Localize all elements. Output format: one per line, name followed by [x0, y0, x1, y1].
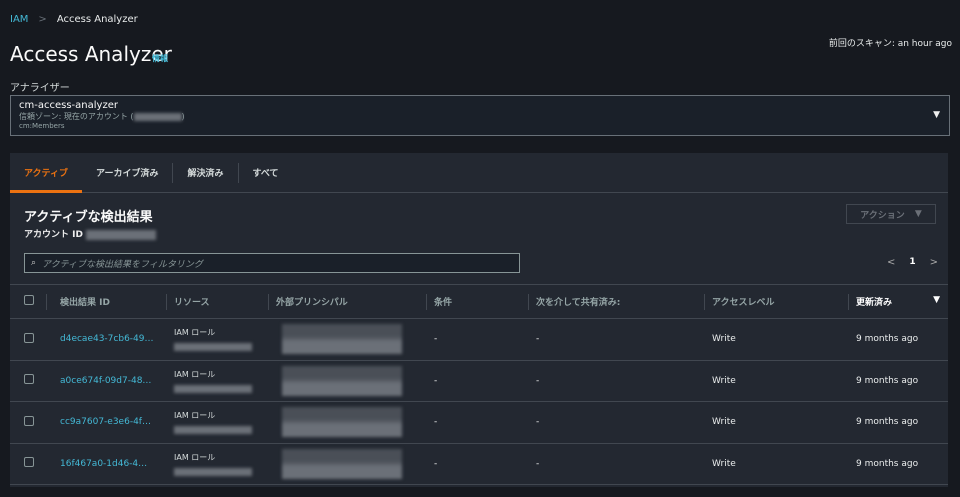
principal-redacted [282, 407, 402, 438]
table-row: 16f467a0-1d46-4… IAM ロール - - Write 9 mon… [10, 443, 948, 485]
tab-resolved[interactable]: 解決済み [173, 162, 239, 183]
access-level: Write [704, 443, 848, 485]
col-resource[interactable]: リソース [166, 284, 268, 319]
col-principal[interactable]: 外部プリンシパル [268, 284, 426, 319]
updated: 9 months ago [848, 360, 948, 402]
resource-type: IAM ロール [174, 328, 216, 338]
analyzer-name: cm-access-analyzer [19, 100, 118, 111]
chevron-right-icon: > [38, 14, 47, 25]
finding-id-link[interactable]: a0ce674f-09d7-48… [60, 376, 151, 386]
prev-page-icon[interactable]: < [887, 257, 895, 268]
info-link[interactable]: 情報 [152, 53, 168, 64]
next-page-icon[interactable]: > [930, 257, 938, 268]
row-checkbox[interactable] [24, 374, 34, 385]
table-row: d4ecae43-7cb6-49… IAM ロール - - Write 9 mo… [10, 318, 948, 361]
analyzer-select[interactable]: cm-access-analyzer 信頼ゾーン: 現在のアカウント () cm… [10, 95, 950, 136]
principal-redacted [282, 448, 402, 479]
col-condition[interactable]: 条件 [426, 284, 528, 319]
access-level: Write [704, 318, 848, 361]
tabs: アクティブ アーカイブ済み 解決済み すべて [10, 153, 948, 193]
shared-via: - [528, 401, 704, 444]
principal-redacted [282, 365, 402, 396]
principal-redacted [282, 324, 402, 355]
row-checkbox[interactable] [24, 457, 34, 468]
tab-active[interactable]: アクティブ [10, 153, 83, 193]
updated: 9 months ago [848, 318, 948, 361]
condition: - [426, 401, 528, 444]
resource-type: IAM ロール [174, 369, 216, 379]
resource-redacted [174, 467, 252, 476]
resource-redacted [174, 343, 252, 352]
filter-input[interactable]: ⌕ アクティブな検出結果をフィルタリング [24, 253, 520, 273]
caret-down-icon: ▼ [933, 110, 940, 120]
shared-via: - [528, 318, 704, 361]
condition: - [426, 360, 528, 402]
row-checkbox[interactable] [24, 415, 34, 426]
access-level: Write [704, 401, 848, 444]
breadcrumb: IAM > Access Analyzer [10, 14, 138, 25]
updated: 9 months ago [848, 401, 948, 444]
breadcrumb-current: Access Analyzer [56, 14, 138, 25]
page-title: Access Analyzer [10, 42, 172, 66]
select-all-checkbox[interactable] [24, 295, 34, 305]
shared-via: - [528, 443, 704, 485]
shared-via: - [528, 360, 704, 402]
condition: - [426, 443, 528, 485]
col-updated[interactable]: 更新済み ▼ [848, 284, 948, 319]
analyzer-tag: cm:Members [19, 122, 65, 130]
search-icon: ⌕ [31, 258, 37, 268]
resource-type: IAM ロール [174, 452, 216, 462]
tab-all[interactable]: すべて [239, 163, 293, 183]
action-button[interactable]: アクション ▼ [846, 204, 936, 224]
account-id: アカウント ID [24, 227, 157, 240]
finding-id-link[interactable]: 16f467a0-1d46-4… [60, 459, 147, 469]
sort-desc-icon: ▼ [933, 295, 940, 305]
resource-type: IAM ロール [174, 411, 216, 421]
pagination: < 1 > [887, 257, 938, 268]
analyzer-label: アナライザー [10, 83, 70, 94]
finding-id-link[interactable]: d4ecae43-7cb6-49… [60, 334, 154, 344]
col-access[interactable]: アクセスレベル [704, 284, 848, 319]
findings-table: 検出結果 ID リソース 外部プリンシパル 条件 次を介して共有済み: アクセス… [10, 284, 948, 485]
findings-title: アクティブな検出結果 [24, 210, 153, 225]
col-shared[interactable]: 次を介して共有済み: [528, 284, 704, 319]
condition: - [426, 318, 528, 361]
finding-id-link[interactable]: cc9a7607-e3e6-4f… [60, 417, 151, 427]
col-finding-id[interactable]: 検出結果 ID [46, 284, 166, 319]
updated: 9 months ago [848, 443, 948, 485]
row-checkbox[interactable] [24, 332, 34, 343]
tab-archived[interactable]: アーカイブ済み [82, 162, 174, 183]
table-row: a0ce674f-09d7-48… IAM ロール - - Write 9 mo… [10, 360, 948, 402]
analyzer-zone: 信頼ゾーン: 現在のアカウント () [19, 112, 185, 121]
page-number[interactable]: 1 [909, 257, 915, 268]
last-scan: 前回のスキャン: an hour ago [828, 39, 952, 49]
findings-panel: アクティブ アーカイブ済み 解決済み すべて アクティブな検出結果 アカウント … [10, 153, 948, 487]
resource-redacted [174, 384, 252, 393]
breadcrumb-iam[interactable]: IAM [10, 14, 28, 25]
table-row: cc9a7607-e3e6-4f… IAM ロール - - Write 9 mo… [10, 401, 948, 444]
access-level: Write [704, 360, 848, 402]
resource-redacted [174, 426, 252, 435]
caret-down-icon: ▼ [914, 209, 922, 219]
